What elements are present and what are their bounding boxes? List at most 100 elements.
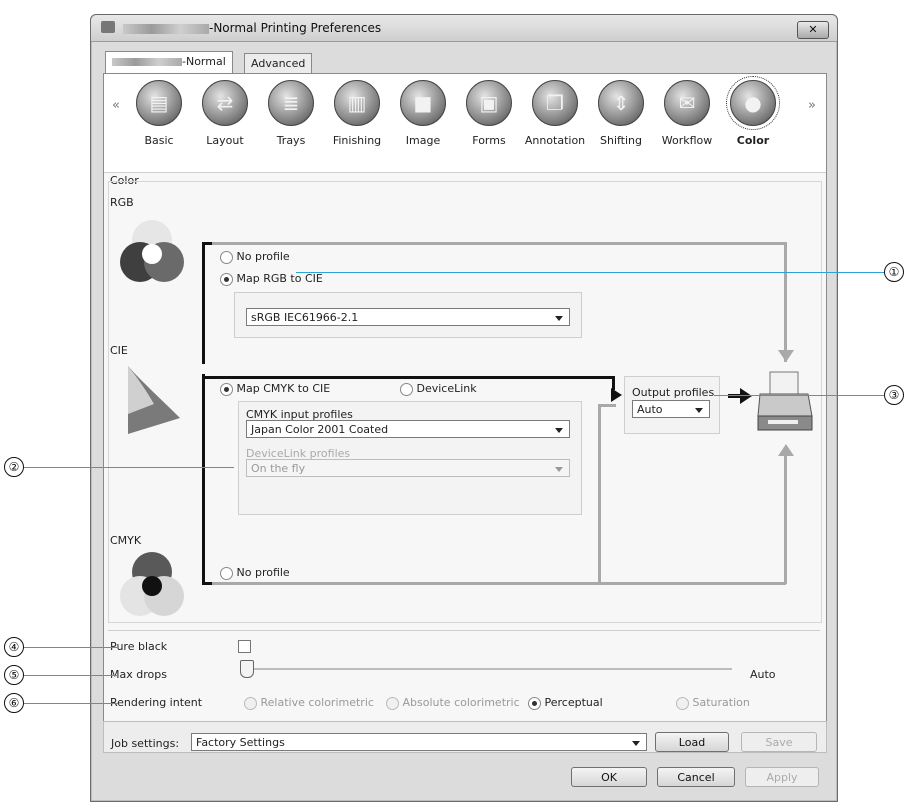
category-shifting[interactable]: ⇕ Shifting (590, 80, 652, 147)
intent-relative-option[interactable]: Relative colorimetric (244, 696, 374, 710)
forms-icon: ▣ (466, 80, 512, 126)
devicelink-radio[interactable] (400, 382, 413, 396)
map-cmyk-radio[interactable] (220, 382, 233, 396)
callout-4: ④ (4, 637, 24, 657)
category-annotation[interactable]: ❐ Annotation (524, 80, 586, 147)
callout-4-line (24, 647, 118, 648)
callout-3-line (714, 395, 884, 396)
intent-absolute-option[interactable]: Absolute colorimetric (386, 696, 520, 710)
tab-advanced[interactable]: Advanced (244, 53, 313, 74)
rgb-label: RGB (110, 196, 134, 209)
map-cmyk-option[interactable]: Map CMYK to CIE (220, 382, 330, 396)
job-settings-select[interactable]: Factory Settings (191, 733, 647, 751)
scroll-right-icon[interactable]: » (808, 98, 816, 113)
category-layout[interactable]: ⇄ Layout (194, 80, 256, 147)
category-color[interactable]: ● Color (722, 76, 784, 147)
intent-perceptual-option[interactable]: Perceptual (528, 696, 603, 710)
gray-arrow-up-icon (778, 444, 794, 456)
devicelink-profiles-select[interactable]: On the fly (246, 459, 570, 477)
callout-3: ③ (884, 385, 904, 405)
cancel-button[interactable]: Cancel (657, 767, 735, 787)
output-profiles-select[interactable]: Auto (632, 400, 710, 418)
chevron-down-icon (695, 408, 703, 413)
image-icon: ■ (400, 80, 446, 126)
intent-perceptual-radio[interactable] (528, 696, 541, 710)
max-drops-value: Auto (750, 668, 776, 681)
max-drops-slider-thumb[interactable] (240, 660, 254, 678)
cmyk-label: CMYK (110, 534, 142, 547)
cie-gamut-icon (128, 366, 180, 434)
chevron-down-icon (632, 741, 640, 746)
callout-6: ⑥ (4, 693, 24, 713)
intent-saturation-option[interactable]: Saturation (676, 696, 750, 710)
rgb-map-option[interactable]: Map RGB to CIE (220, 272, 323, 286)
printer-icon (101, 21, 115, 33)
layout-icon: ⇄ (202, 80, 248, 126)
rgb-circles-icon (120, 220, 184, 282)
chevron-down-icon (555, 467, 563, 472)
max-drops-label: Max drops (110, 668, 167, 681)
close-button[interactable]: ✕ (797, 21, 829, 39)
rgb-map-radio[interactable] (220, 272, 233, 286)
redacted-tab-name (112, 58, 182, 66)
redacted-printer-name (123, 23, 209, 34)
printer-device-icon (757, 371, 813, 431)
shifting-icon: ⇕ (598, 80, 644, 126)
callout-5-line (24, 675, 118, 676)
cmyk-flow-tick (202, 582, 212, 585)
rgb-bypass-line (212, 242, 786, 245)
tab-normal[interactable]: -Normal (105, 51, 233, 75)
cmyk-no-profile-option[interactable]: No profile (220, 566, 290, 580)
gray-arrow-down-icon (778, 350, 794, 362)
cmyk-bypass-line (212, 582, 786, 585)
cie-label: CIE (110, 344, 128, 357)
category-workflow[interactable]: ✉ Workflow (656, 80, 718, 147)
cmyk-input-select[interactable]: Japan Color 2001 Coated (246, 420, 570, 438)
ok-button[interactable]: OK (571, 767, 647, 787)
load-button[interactable]: Load (655, 732, 729, 752)
callout-2: ② (4, 457, 24, 477)
job-settings-label: Job settings: (111, 737, 180, 750)
settings-panel: « ▤ Basic ⇄ Layout ≣ Trays ▥ Finishing ■ Imag… (103, 73, 827, 735)
rgb-flow-line (202, 242, 205, 364)
category-image[interactable]: ■ Image (392, 80, 454, 147)
output-bypass-line (598, 404, 601, 584)
pure-black-checkbox[interactable] (238, 640, 251, 653)
rgb-no-profile-option[interactable]: No profile (220, 250, 290, 264)
trays-icon: ≣ (268, 80, 314, 126)
rgb-profile-select[interactable]: sRGB IEC61966-2.1 (246, 308, 570, 326)
flow-arrow-icon (611, 388, 622, 402)
save-button[interactable]: Save (741, 732, 817, 752)
intent-relative-radio[interactable] (244, 696, 257, 710)
cmyk-no-profile-radio[interactable] (220, 566, 233, 580)
workflow-icon: ✉ (664, 80, 710, 126)
rgb-no-profile-radio[interactable] (220, 250, 233, 264)
category-bar: « ▤ Basic ⇄ Layout ≣ Trays ▥ Finishing ■ Imag… (104, 74, 826, 173)
pure-black-label: Pure black (110, 640, 168, 653)
devicelink-option[interactable]: DeviceLink (400, 382, 477, 396)
category-basic[interactable]: ▤ Basic (128, 80, 190, 147)
callout-1: ① (884, 262, 904, 282)
annotation-icon: ❐ (532, 80, 578, 126)
intent-absolute-radio[interactable] (386, 696, 399, 710)
max-drops-track[interactable] (246, 668, 732, 670)
category-trays[interactable]: ≣ Trays (260, 80, 322, 147)
cmyk-bypass-up (784, 454, 787, 584)
scroll-left-icon[interactable]: « (112, 98, 120, 113)
color-icon: ● (726, 76, 780, 130)
output-arrow-icon (740, 388, 752, 404)
callout-2-line (24, 467, 234, 468)
apply-button[interactable]: Apply (745, 767, 819, 787)
rgb-bypass-down (784, 242, 787, 362)
category-finishing[interactable]: ▥ Finishing (326, 80, 388, 147)
title-bar: -Normal Printing Preferences ✕ (91, 15, 837, 42)
printing-preferences-window: -Normal Printing Preferences ✕ -Normal A… (90, 14, 838, 802)
category-forms[interactable]: ▣ Forms (458, 80, 520, 147)
output-profiles-label: Output profiles (632, 386, 715, 399)
callout-5: ⑤ (4, 665, 24, 685)
intent-saturation-radio[interactable] (676, 696, 689, 710)
divider (108, 630, 820, 631)
chevron-down-icon (555, 428, 563, 433)
finishing-icon: ▥ (334, 80, 380, 126)
output-bypass-tick (598, 404, 616, 407)
